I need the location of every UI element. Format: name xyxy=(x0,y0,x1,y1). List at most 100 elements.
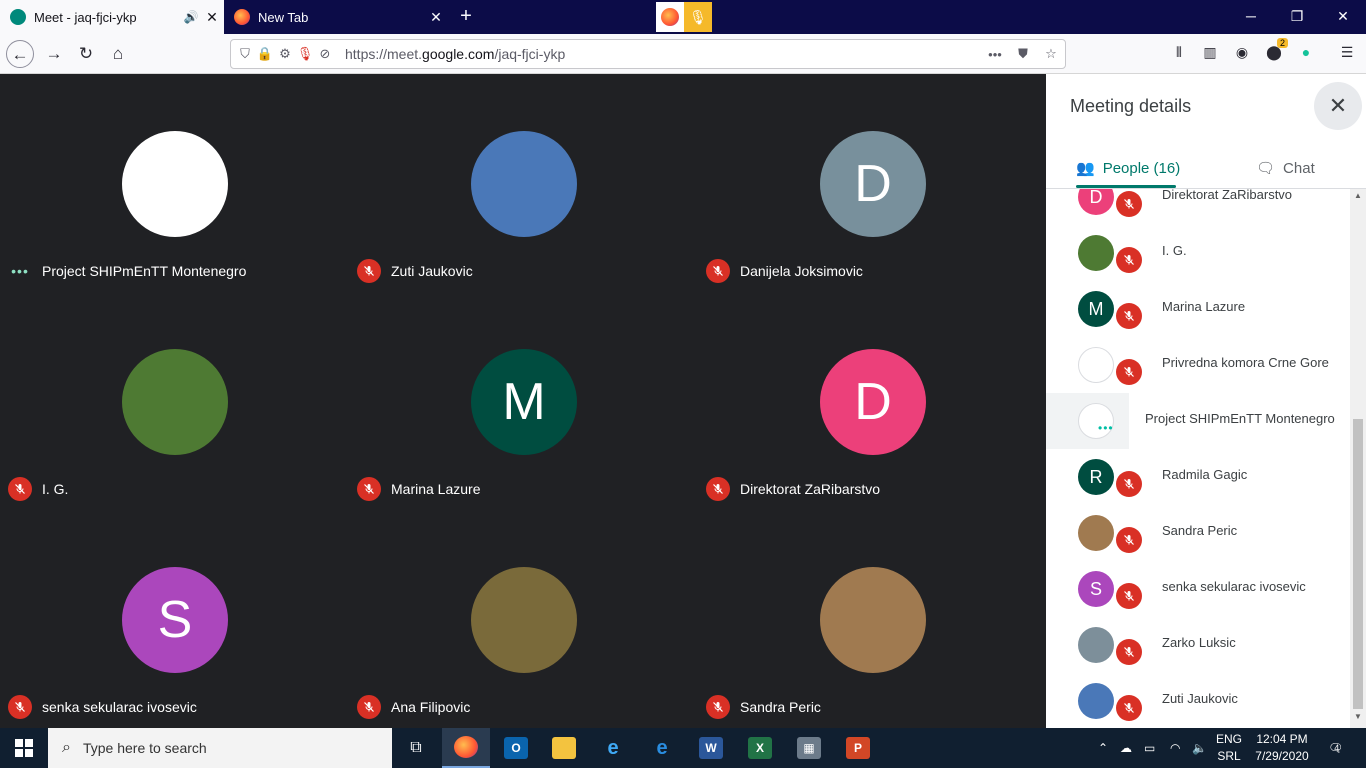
permissions-icon[interactable]: ⚙ xyxy=(275,46,295,62)
shield-icon[interactable]: ⛉ xyxy=(235,46,255,62)
taskbar-calculator[interactable]: ▦ xyxy=(785,728,833,768)
notifications-icon[interactable]: 🗨 4 xyxy=(1328,728,1343,768)
close-window-button[interactable]: ✕ xyxy=(1320,0,1366,34)
taskbar-word[interactable]: W xyxy=(687,728,735,768)
task-view-icon: ⧉ xyxy=(410,739,422,756)
mic-off-icon xyxy=(357,259,381,283)
input-language[interactable]: ENG SRL xyxy=(1212,731,1246,765)
page-actions-icon[interactable]: ••• xyxy=(981,47,1009,62)
start-button[interactable] xyxy=(0,728,48,768)
participant-tile[interactable]: I. G. xyxy=(0,292,340,510)
tab-new-tab[interactable]: New Tab ✕ xyxy=(224,0,448,34)
pocket-icon[interactable]: ⛊ xyxy=(1009,46,1037,62)
new-tab-button[interactable]: + xyxy=(452,4,480,30)
scroll-down-icon[interactable]: ▼ xyxy=(1350,712,1366,726)
mic-off-icon xyxy=(357,477,381,501)
taskbar-clock[interactable]: 12:04 PM 7/29/2020 xyxy=(1248,731,1316,765)
show-hidden-icons[interactable]: ⌃ xyxy=(1098,728,1108,768)
people-list-item[interactable]: Privredna komora Crne Gore xyxy=(1046,337,1350,393)
people-list-item[interactable]: D Direktorat ZaRibarstvo xyxy=(1046,189,1350,225)
camera-blocked-icon[interactable]: ⊘ xyxy=(315,46,335,62)
participant-tile[interactable]: D Danijela Joksimovic xyxy=(698,74,1038,292)
taskbar-file-explorer[interactable] xyxy=(540,728,588,768)
participant-tile[interactable]: D Direktorat ZaRibarstvo xyxy=(698,292,1038,510)
mic-off-icon xyxy=(1116,527,1142,553)
forward-button[interactable]: → xyxy=(40,40,68,68)
people-list-item[interactable]: I. G. xyxy=(1046,225,1350,281)
bookmark-star-icon[interactable]: ☆ xyxy=(1037,46,1065,62)
people-list-item[interactable]: ••• Project SHIPmEnTT Montenegro xyxy=(1046,393,1350,449)
participant-name-row: I. G. xyxy=(8,477,68,501)
participant-tile[interactable]: Zuti Jaukovic xyxy=(349,74,689,292)
people-list-item[interactable]: Sandra Peric xyxy=(1046,505,1350,561)
participant-tile[interactable]: ••• Project SHIPmEnTT Montenegro xyxy=(0,74,340,292)
mic-off-icon xyxy=(8,695,32,719)
restore-button[interactable]: ❐ xyxy=(1274,0,1320,34)
person-avatar xyxy=(1078,515,1114,551)
lock-icon[interactable]: 🔒 xyxy=(255,46,275,62)
scroll-up-icon[interactable]: ▲ xyxy=(1350,191,1366,205)
onedrive-icon[interactable]: ☁ xyxy=(1120,728,1132,768)
meeting-details-panel: Meeting details ✕ 👥 People (16) 🗨 Chat D… xyxy=(1046,74,1366,728)
url-text[interactable]: https://meet.google.com/jaq-fjci-ykp xyxy=(345,46,981,62)
close-panel-button[interactable]: ✕ xyxy=(1314,82,1362,130)
person-name: Direktorat ZaRibarstvo xyxy=(1162,189,1293,202)
participant-tile[interactable]: Ana Filipovic xyxy=(349,510,689,728)
extension-badge: 2 xyxy=(1277,38,1289,48)
people-list-item[interactable]: R Radmila Gagic xyxy=(1046,449,1350,505)
participant-name: Zuti Jaukovic xyxy=(391,263,473,279)
browser-tab-bar: Meet - jaq-fjci-ykp 🔊 ✕ New Tab ✕ + 🎙 ─ … xyxy=(0,0,1366,34)
participant-name: Sandra Peric xyxy=(740,699,821,715)
battery-icon[interactable]: ▭ xyxy=(1144,728,1155,768)
sharing-indicator[interactable]: 🎙 xyxy=(656,2,712,32)
close-tab-icon[interactable]: ✕ xyxy=(424,9,448,26)
chat-icon: 🗨 xyxy=(1256,160,1276,177)
wifi-icon[interactable]: ◠ xyxy=(1170,728,1180,768)
participant-tile[interactable]: Ssenka sekularac ivosevic xyxy=(0,510,340,728)
person-name: Sandra Peric xyxy=(1162,523,1238,538)
tab-meet[interactable]: Meet - jaq-fjci-ykp 🔊 ✕ xyxy=(0,0,224,34)
people-list-item[interactable]: M Marina Lazure xyxy=(1046,281,1350,337)
internet-explorer-icon: e xyxy=(607,736,619,759)
taskbar-excel[interactable]: X xyxy=(736,728,784,768)
sidebar-icon[interactable]: ▥ xyxy=(1199,44,1221,64)
taskbar-firefox[interactable] xyxy=(442,728,490,768)
tab-people[interactable]: 👥 People (16) xyxy=(1076,148,1180,188)
menu-icon[interactable]: ☰ xyxy=(1336,44,1358,64)
taskbar-powerpoint[interactable]: P xyxy=(834,728,882,768)
people-list-item[interactable]: Ssenka sekularac ivosevic xyxy=(1046,561,1350,617)
volume-icon[interactable]: 🔈 xyxy=(1192,728,1207,768)
taskbar-search[interactable]: ⌕ Type here to search xyxy=(48,728,392,768)
close-tab-icon[interactable]: ✕ xyxy=(200,9,224,26)
reload-button[interactable]: ↻ xyxy=(72,40,100,68)
person-name: Marina Lazure xyxy=(1162,299,1246,314)
people-list: D Direktorat ZaRibarstvo I. G. M Marina Lazu… xyxy=(1046,189,1350,728)
extension-icon[interactable]: ⬤ 2 xyxy=(1263,38,1289,64)
people-list-scrollbar[interactable]: ▲ ▼ xyxy=(1350,189,1366,728)
participant-name: Project SHIPmEnTT Montenegro xyxy=(42,263,247,279)
address-bar[interactable]: ⛉ 🔒 ⚙ 🎙 ⊘ https://meet.google.com/jaq-fj… xyxy=(230,39,1066,69)
folder-icon xyxy=(552,737,576,759)
home-button[interactable]: ⌂ xyxy=(104,40,132,68)
speaker-icon[interactable]: 🔊 xyxy=(182,10,200,24)
taskbar-internet-explorer[interactable]: e xyxy=(589,728,637,768)
participant-avatar xyxy=(471,567,577,673)
mic-off-icon xyxy=(1116,639,1142,665)
back-button[interactable]: ← xyxy=(6,40,34,68)
tab-chat[interactable]: 🗨 Chat xyxy=(1256,148,1315,188)
participant-avatar xyxy=(471,131,577,237)
taskbar-edge[interactable]: e xyxy=(638,728,686,768)
participant-tile[interactable]: Sandra Peric xyxy=(698,510,1038,728)
taskbar-outlook[interactable]: O xyxy=(492,728,540,768)
participant-tile[interactable]: M Marina Lazure xyxy=(349,292,689,510)
minimize-button[interactable]: ─ xyxy=(1228,0,1274,34)
grammarly-icon[interactable]: ● xyxy=(1295,44,1317,64)
people-list-item[interactable]: Zarko Luksic xyxy=(1046,617,1350,673)
task-view-button[interactable]: ⧉ xyxy=(392,728,440,768)
scrollbar-thumb[interactable] xyxy=(1353,419,1363,709)
library-icon[interactable]: ⫴ xyxy=(1168,44,1190,64)
microphone-permission-icon[interactable]: 🎙 xyxy=(295,46,315,62)
people-list-item[interactable]: Zuti Jaukovic xyxy=(1046,673,1350,728)
person-name: Zarko Luksic xyxy=(1162,635,1236,650)
account-icon[interactable]: ◉ xyxy=(1231,44,1253,64)
